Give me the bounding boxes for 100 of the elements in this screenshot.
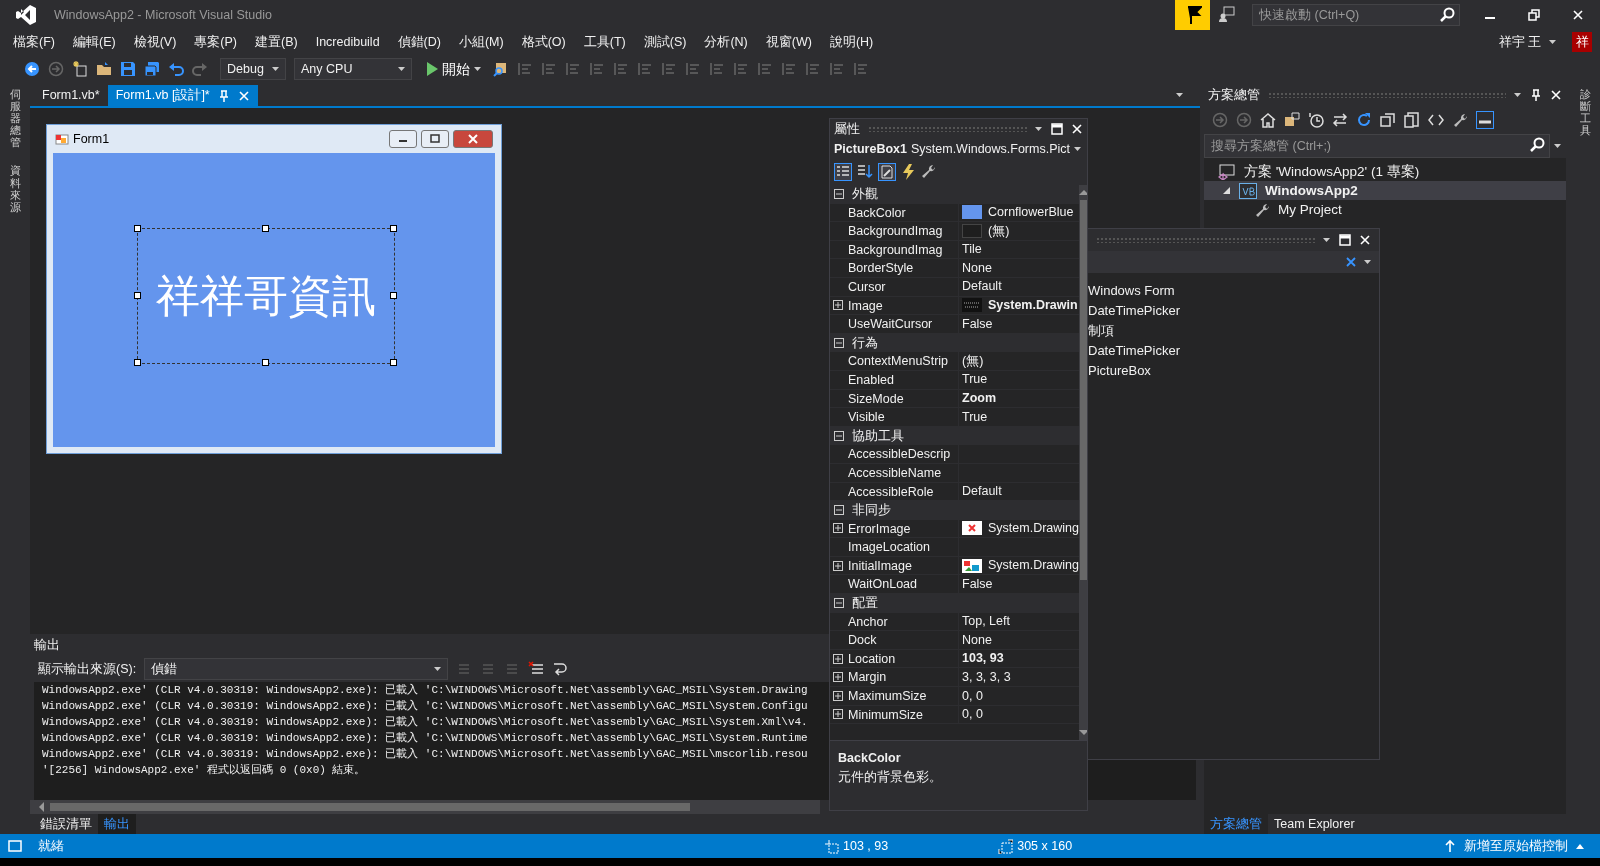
minimize-button[interactable]	[389, 130, 417, 148]
notification-button[interactable]	[1175, 0, 1210, 30]
collapse-icon[interactable]	[834, 505, 844, 516]
maximize-icon[interactable]	[1051, 123, 1063, 135]
property-value[interactable]: Default	[962, 277, 1002, 297]
property-value[interactable]: System.Drawing	[988, 556, 1079, 575]
undo-icon[interactable]	[168, 61, 184, 77]
caret-icon[interactable]	[1323, 237, 1331, 243]
side-tab[interactable]: 資料來源	[9, 164, 21, 213]
collapse-icon[interactable]	[834, 431, 844, 441]
start-button[interactable]: 開始	[420, 58, 485, 80]
document-tab[interactable]: Form1.vb*	[34, 85, 108, 106]
object-selector[interactable]: PictureBox1 System.Windows.Forms.Pict	[830, 139, 1087, 159]
property-value[interactable]: Zoom	[962, 389, 997, 408]
menu-item[interactable]: 測試(S)	[634, 32, 696, 52]
maximize-button[interactable]	[421, 130, 449, 148]
close-button[interactable]	[453, 130, 493, 148]
collapse-icon[interactable]	[1380, 112, 1396, 128]
property-value[interactable]: (無)	[988, 221, 1010, 241]
menu-item[interactable]: 分析(N)	[695, 32, 757, 52]
property-value[interactable]: True	[962, 407, 988, 427]
caret-icon[interactable]	[1514, 92, 1522, 98]
save-icon[interactable]	[120, 61, 136, 77]
toolbox-item[interactable]: Windows Form	[1088, 281, 1379, 301]
collapse-icon[interactable]	[834, 598, 844, 609]
toolbox-item[interactable]: PictureBox	[1088, 361, 1379, 381]
expand-icon[interactable]	[833, 560, 843, 571]
source-control-button[interactable]: 新增至原始檔控制	[1444, 836, 1584, 856]
quick-launch-field[interactable]: 快速啟動 (Ctrl+Q)	[1252, 4, 1460, 26]
platform-dropdown[interactable]: Any CPU	[294, 58, 412, 80]
resize-handle[interactable]	[262, 225, 269, 232]
menu-item[interactable]: 檔案(F)	[4, 32, 64, 52]
resize-handle[interactable]	[134, 359, 141, 366]
swap-icon[interactable]	[1332, 112, 1348, 128]
feedback-icon[interactable]	[1218, 6, 1236, 24]
forward-icon[interactable]	[1236, 112, 1252, 128]
wrench-icon[interactable]	[1452, 112, 1468, 128]
menu-item[interactable]: 建置(B)	[246, 32, 307, 52]
expand-icon[interactable]	[833, 690, 843, 701]
horizontal-scrollbar[interactable]	[30, 800, 820, 814]
toolbox-item[interactable]: DateTimePicker	[1088, 341, 1379, 361]
source-dropdown[interactable]: 偵錯	[144, 658, 449, 680]
sync-icon[interactable]	[1284, 112, 1300, 128]
home-icon[interactable]	[1260, 112, 1276, 128]
property-value[interactable]: 103, 93	[962, 649, 1004, 668]
tree-item[interactable]: 方案 'WindowsApp2' (1 專案)	[1204, 162, 1566, 181]
pages-icon[interactable]	[1404, 112, 1420, 128]
menu-item[interactable]: 檢視(V)	[124, 32, 186, 52]
toolbox-item[interactable]: 制項	[1088, 321, 1379, 341]
resize-handle[interactable]	[134, 225, 141, 232]
word-wrap-icon[interactable]	[552, 661, 569, 677]
menu-item[interactable]: 視窗(W)	[756, 32, 821, 52]
restore-icon[interactable]	[1528, 9, 1540, 21]
maximize-icon[interactable]	[1339, 234, 1351, 246]
expand-icon[interactable]	[833, 300, 843, 311]
panel-tab[interactable]: 錯誤清單	[34, 814, 98, 834]
tree-item[interactable]: My Project	[1204, 200, 1566, 219]
events-icon[interactable]	[900, 163, 916, 181]
side-tab[interactable]: 伺服器總管	[9, 88, 21, 149]
property-value[interactable]: None	[962, 258, 992, 278]
redo-icon[interactable]	[192, 61, 208, 77]
menu-item[interactable]: 小組(M)	[449, 32, 513, 52]
resize-handle[interactable]	[390, 225, 397, 232]
resize-handle[interactable]	[134, 292, 141, 299]
forward-icon[interactable]	[48, 61, 64, 77]
panel-tab[interactable]: 輸出	[98, 814, 136, 834]
alphabetical-icon[interactable]	[856, 163, 874, 181]
clear-all-icon[interactable]	[528, 661, 545, 677]
close-icon[interactable]	[1071, 123, 1083, 135]
open-folder-icon[interactable]	[96, 61, 112, 77]
property-value[interactable]: (無)	[962, 351, 984, 371]
code-icon[interactable]	[1428, 112, 1444, 128]
expander-icon[interactable]	[1222, 186, 1231, 195]
save-all-icon[interactable]	[144, 61, 160, 77]
close-icon[interactable]	[1572, 9, 1584, 21]
back-icon[interactable]	[24, 61, 40, 77]
search-icon[interactable]	[1529, 137, 1545, 153]
property-value[interactable]: False	[962, 314, 993, 334]
search-field[interactable]	[1088, 251, 1379, 273]
property-value[interactable]: System.Drawin	[988, 296, 1078, 315]
caret-icon[interactable]	[1549, 39, 1556, 45]
property-value[interactable]: Top, Left	[962, 612, 1010, 631]
expand-icon[interactable]	[833, 523, 843, 534]
property-value[interactable]: False	[962, 574, 993, 594]
vertical-scrollbar[interactable]	[1079, 185, 1087, 740]
menu-item[interactable]: 偵錯(D)	[388, 32, 450, 52]
expand-icon[interactable]	[833, 672, 843, 683]
find-icon[interactable]	[493, 61, 509, 77]
property-value[interactable]: Default	[962, 482, 1002, 501]
resize-handle[interactable]	[390, 359, 397, 366]
caret-icon[interactable]	[1554, 143, 1562, 149]
preview-icon[interactable]	[1476, 111, 1494, 129]
menu-item[interactable]: Incredibuild	[306, 32, 389, 52]
collapse-icon[interactable]	[834, 189, 844, 200]
categorized-icon[interactable]	[834, 163, 852, 181]
panel-tab[interactable]: 方案總管	[1204, 814, 1268, 834]
collapse-icon[interactable]	[834, 338, 844, 349]
property-value[interactable]: 0, 0	[962, 686, 983, 706]
search-icon[interactable]	[1439, 7, 1455, 23]
panel-tab[interactable]: Team Explorer	[1268, 814, 1361, 834]
